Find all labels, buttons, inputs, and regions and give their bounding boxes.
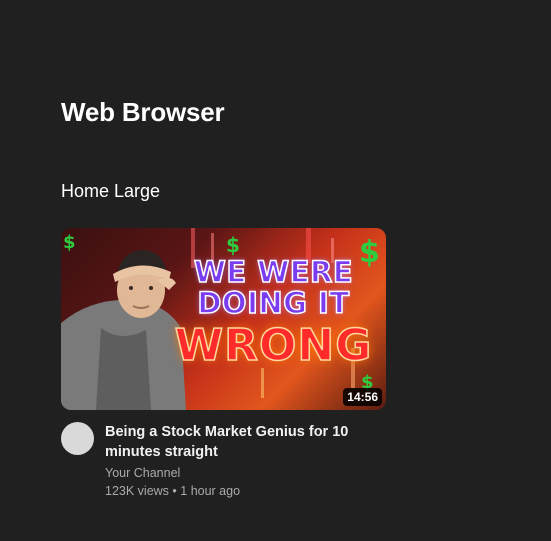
thumbnail-line-2: DOING IT (197, 286, 350, 320)
page: Web Browser Home Large $ $ $ $ WE WERE D… (0, 0, 551, 541)
section-title: Home Large (61, 181, 161, 201)
stats-separator: • (168, 484, 181, 498)
page-title: Web Browser (61, 97, 225, 127)
thumbnail-line-1: WE WERE (193, 255, 354, 289)
channel-avatar[interactable] (61, 422, 94, 455)
view-count: 123K views (105, 484, 169, 498)
video-title[interactable]: Being a Stock Market Genius for 10 minut… (105, 422, 365, 462)
thumbnail-line-3: WRONG (174, 320, 373, 371)
svg-text:$: $ (63, 232, 76, 253)
video-meta: Being a Stock Market Genius for 10 minut… (105, 422, 365, 500)
channel-name[interactable]: Your Channel (105, 464, 365, 482)
svg-text:$: $ (226, 233, 240, 257)
video-duration-badge: 14:56 (343, 388, 382, 406)
video-thumbnail[interactable]: $ $ $ $ $ (61, 228, 386, 410)
video-stats: 123K views • 1 hour ago (105, 482, 365, 500)
upload-age: 1 hour ago (180, 484, 241, 498)
thumbnail-headline: WE WERE DOING IT WRONG (161, 255, 386, 371)
